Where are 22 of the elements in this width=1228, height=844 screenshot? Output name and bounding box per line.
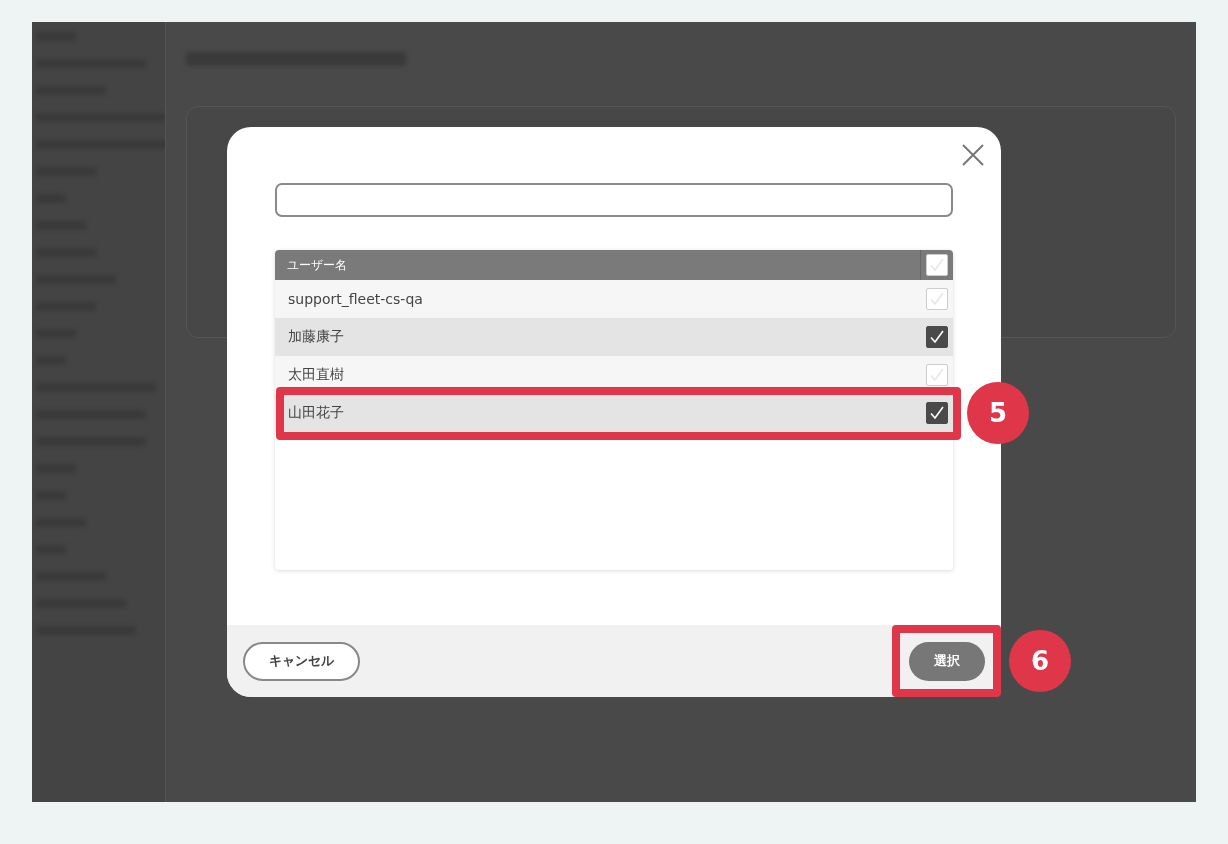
select-button[interactable]: 選択: [909, 641, 985, 681]
step-badge: 6: [1009, 629, 1071, 692]
check-icon: [928, 290, 946, 308]
user-row[interactable]: 山田花子: [275, 394, 953, 432]
user-row[interactable]: 加藤康子: [275, 318, 953, 356]
user-row[interactable]: support_fleet-cs-qa: [275, 280, 953, 318]
check-icon: [928, 366, 946, 384]
user-name: 加藤康子: [288, 328, 345, 346]
user-name: support_fleet-cs-qa: [288, 291, 424, 307]
check-icon: [928, 256, 946, 274]
cancel-button[interactable]: キャンセル: [243, 641, 360, 681]
user-name: 太田直樹: [288, 366, 345, 384]
select-all-checkbox[interactable]: [926, 254, 948, 276]
search-field[interactable]: [275, 183, 953, 217]
step-badge: 5: [967, 382, 1029, 444]
user-name: 山田花子: [288, 404, 345, 422]
close-icon[interactable]: [961, 143, 985, 167]
check-icon: [928, 404, 946, 422]
row-checkbox[interactable]: [926, 402, 948, 424]
check-icon: [928, 328, 946, 346]
column-header: ユーザー名: [286, 256, 348, 274]
row-checkbox[interactable]: [926, 326, 948, 348]
